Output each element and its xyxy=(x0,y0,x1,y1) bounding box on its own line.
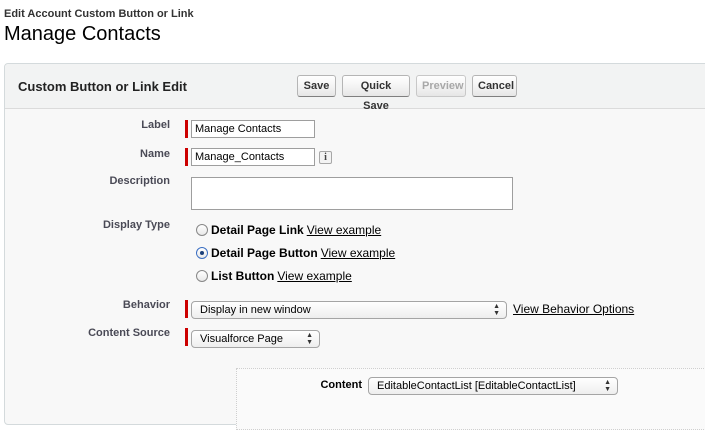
view-example-link[interactable]: View example xyxy=(277,269,351,283)
content-select-value: EditableContactList [EditableContactList… xyxy=(377,380,576,392)
name-field-label: Name xyxy=(140,148,170,160)
select-arrows-icon: ▲ ▼ xyxy=(604,379,611,393)
view-example-link[interactable]: View example xyxy=(307,223,381,237)
display-type-option-list-button[interactable]: List Button View example xyxy=(196,268,352,284)
radio-label: Detail Page Link xyxy=(211,223,304,237)
name-input[interactable] xyxy=(191,148,315,166)
behavior-select-value: Display in new window xyxy=(200,304,311,316)
edit-panel: Custom Button or Link Edit Save Quick Sa… xyxy=(4,63,705,430)
required-indicator xyxy=(185,300,188,318)
panel-title: Custom Button or Link Edit xyxy=(18,79,187,94)
cancel-button[interactable]: Cancel xyxy=(472,75,517,97)
content-source-select-value: Visualforce Page xyxy=(200,333,283,345)
display-type-option-detail-page-button[interactable]: Detail Page Button View example xyxy=(196,245,395,261)
preview-button[interactable]: Preview xyxy=(416,75,466,97)
radio-button[interactable] xyxy=(196,224,208,236)
radio-button[interactable] xyxy=(196,270,208,282)
radio-label: Detail Page Button xyxy=(211,246,318,260)
required-indicator xyxy=(185,328,188,346)
select-arrows-icon: ▲ ▼ xyxy=(306,332,313,346)
radio-button-selected[interactable] xyxy=(196,247,208,259)
content-section: Content EditableContactList [EditableCon… xyxy=(236,368,705,430)
required-indicator xyxy=(185,148,188,166)
info-icon[interactable]: i xyxy=(319,151,332,164)
page-title: Manage Contacts xyxy=(4,23,161,45)
behavior-select[interactable]: Display in new window ▲ ▼ xyxy=(191,301,507,319)
display-type-field-label: Display Type xyxy=(102,219,170,231)
content-field-label: Content xyxy=(320,379,362,391)
required-indicator xyxy=(185,120,188,138)
page-header: Edit Account Custom Button or Link Manag… xyxy=(4,8,194,46)
save-button[interactable]: Save xyxy=(297,75,336,97)
view-example-link[interactable]: View example xyxy=(321,246,395,260)
label-input[interactable] xyxy=(191,120,315,138)
radio-label: List Button xyxy=(211,269,275,283)
view-behavior-options-link[interactable]: View Behavior Options xyxy=(513,302,634,316)
description-textarea[interactable] xyxy=(191,177,513,210)
panel-header: Custom Button or Link Edit Save Quick Sa… xyxy=(5,64,705,112)
content-select[interactable]: EditableContactList [EditableContactList… xyxy=(368,377,618,395)
select-arrows-icon: ▲ ▼ xyxy=(493,303,500,317)
quick-save-button[interactable]: Quick Save xyxy=(342,75,410,112)
label-field-label: Label xyxy=(141,119,170,131)
description-field-label: Description xyxy=(109,175,170,187)
behavior-field-label: Behavior xyxy=(122,299,170,311)
content-source-field-label: Content Source xyxy=(88,327,170,339)
content-source-select[interactable]: Visualforce Page ▲ ▼ xyxy=(191,330,320,348)
display-type-option-detail-page-link[interactable]: Detail Page Link View example xyxy=(196,222,381,238)
page-subtitle: Edit Account Custom Button or Link xyxy=(4,8,194,20)
